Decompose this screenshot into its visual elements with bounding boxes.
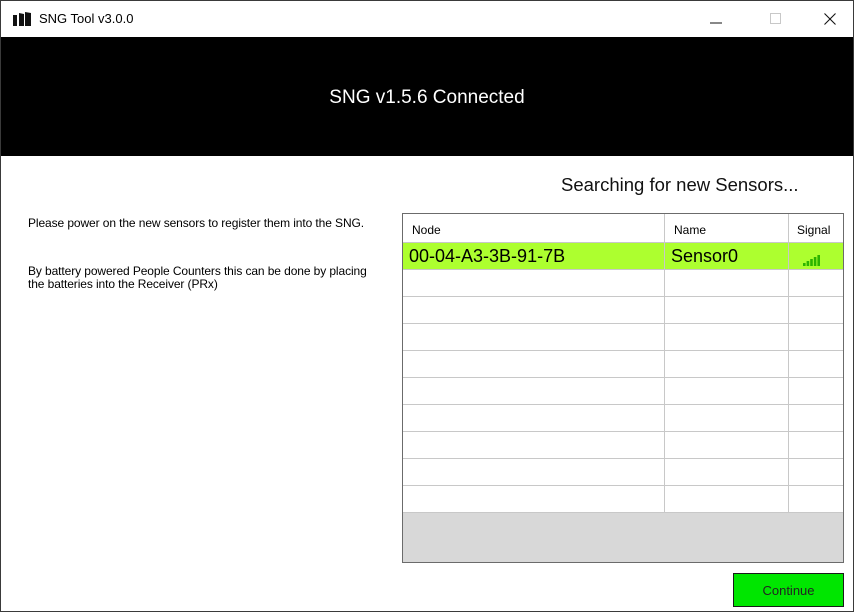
empty-table-row[interactable] (403, 486, 843, 513)
empty-cell[interactable] (789, 459, 843, 485)
empty-cell[interactable] (665, 486, 789, 512)
node-cell[interactable]: 00-04-A3-3B-91-7B (403, 243, 665, 269)
empty-cell[interactable] (665, 378, 789, 404)
empty-cell[interactable] (789, 297, 843, 323)
empty-table-row[interactable] (403, 324, 843, 351)
empty-cell[interactable] (403, 459, 665, 485)
empty-table-row[interactable] (403, 432, 843, 459)
maximize-button[interactable] (753, 1, 799, 37)
empty-cell[interactable] (403, 486, 665, 512)
empty-cell[interactable] (789, 351, 843, 377)
minimize-icon (710, 22, 722, 24)
table-row[interactable]: 00-04-A3-3B-91-7B Sensor0 (403, 243, 843, 270)
empty-table-row[interactable] (403, 378, 843, 405)
continue-button[interactable]: Continue (733, 573, 844, 607)
search-status-text: Searching for new Sensors... (561, 174, 799, 195)
app-logo-icon (13, 12, 31, 26)
empty-cell[interactable] (665, 459, 789, 485)
signal-bar (806, 261, 810, 266)
instruction-text-battery: By battery powered People Counters this … (28, 264, 367, 291)
title-bar[interactable]: SNG Tool v3.0.0 (1, 1, 853, 37)
name-cell[interactable]: Sensor0 (665, 243, 789, 269)
signal-bar (803, 263, 806, 266)
empty-cell[interactable] (789, 486, 843, 512)
sensor-grid-body: Node Name Signal 00-04-A3-3B-91-7B Senso… (403, 214, 843, 513)
empty-cell[interactable] (403, 351, 665, 377)
column-header-name[interactable]: Name (665, 214, 789, 242)
grid-header: Node Name Signal (403, 214, 843, 243)
empty-cell[interactable] (665, 324, 789, 350)
connection-banner: SNG v1.5.6 Connected (1, 37, 853, 156)
empty-cell[interactable] (403, 405, 665, 431)
empty-cell[interactable] (789, 324, 843, 350)
signal-strength-icon (803, 255, 820, 266)
signal-cell[interactable] (789, 243, 843, 269)
column-header-signal[interactable]: Signal (789, 214, 843, 242)
empty-cell[interactable] (403, 432, 665, 458)
close-icon (824, 13, 836, 25)
empty-cell[interactable] (665, 432, 789, 458)
minimize-button[interactable] (693, 1, 739, 37)
empty-table-row[interactable] (403, 459, 843, 486)
signal-bar (810, 259, 813, 266)
empty-cell[interactable] (665, 405, 789, 431)
empty-cell[interactable] (789, 378, 843, 404)
empty-cell[interactable] (403, 324, 665, 350)
app-window: SNG Tool v3.0.0 SNG v1.5.6 Connected Sea… (0, 0, 854, 612)
empty-cell[interactable] (665, 270, 789, 296)
instruction-text-power: Please power on the new sensors to regis… (28, 216, 364, 230)
empty-cell[interactable] (789, 432, 843, 458)
sensor-grid[interactable]: Node Name Signal 00-04-A3-3B-91-7B Senso… (402, 213, 844, 563)
empty-cell[interactable] (789, 270, 843, 296)
empty-table-row[interactable] (403, 351, 843, 378)
empty-cell[interactable] (789, 405, 843, 431)
empty-cell[interactable] (665, 297, 789, 323)
window-title: SNG Tool v3.0.0 (39, 11, 134, 26)
empty-cell[interactable] (403, 270, 665, 296)
maximize-icon (770, 13, 781, 24)
signal-bar (813, 257, 817, 266)
empty-cell[interactable] (403, 297, 665, 323)
empty-table-row[interactable] (403, 297, 843, 324)
signal-bar (817, 255, 820, 266)
empty-table-row[interactable] (403, 270, 843, 297)
column-header-node[interactable]: Node (403, 214, 665, 242)
empty-cell[interactable] (665, 351, 789, 377)
empty-table-row[interactable] (403, 405, 843, 432)
empty-cell[interactable] (403, 378, 665, 404)
close-button[interactable] (807, 1, 853, 37)
connection-status-text: SNG v1.5.6 Connected (329, 87, 525, 108)
